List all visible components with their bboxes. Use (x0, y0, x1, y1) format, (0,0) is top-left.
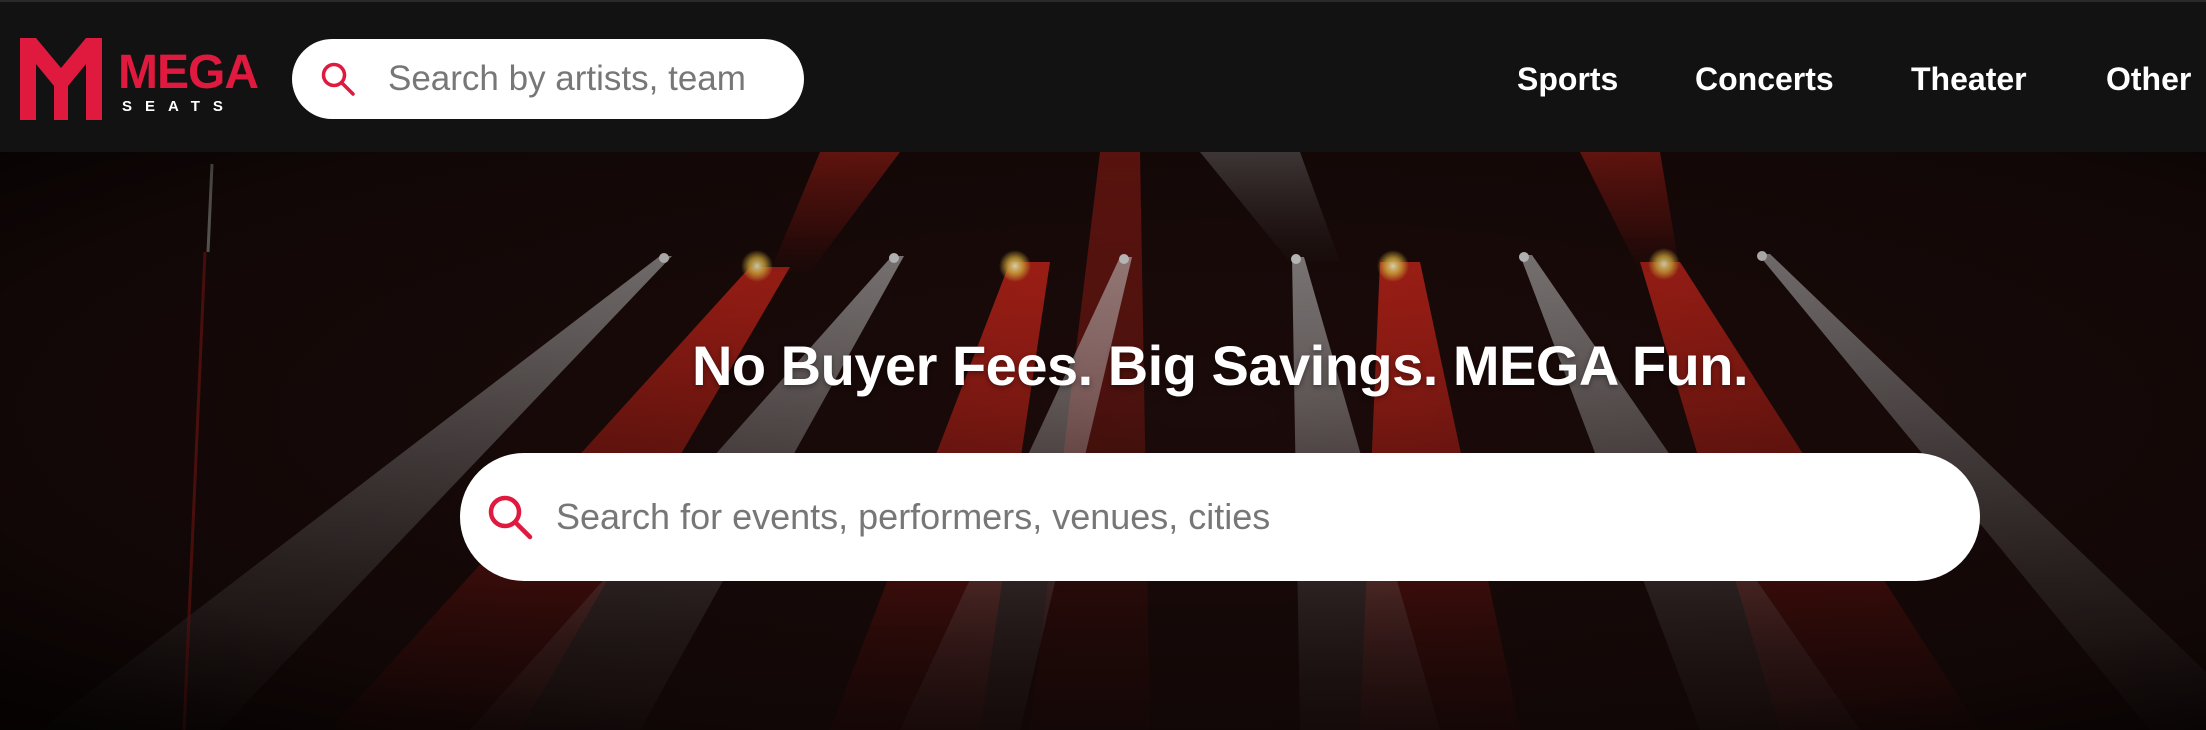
nav-sports[interactable]: Sports (1517, 54, 1618, 104)
hero-search-input[interactable] (556, 453, 1936, 581)
hero-banner: No Buyer Fees. Big Savings. MEGA Fun. (0, 152, 2206, 730)
main-nav: Sports Concerts Theater Other (0, 54, 2206, 104)
nav-theater[interactable]: Theater (1911, 54, 2027, 104)
hero-search[interactable] (460, 453, 1980, 581)
nav-concerts[interactable]: Concerts (1695, 54, 1834, 104)
nav-other[interactable]: Other (2106, 54, 2191, 104)
stage-lights-background (0, 152, 2206, 730)
hero-title: No Buyer Fees. Big Savings. MEGA Fun. (691, 334, 1749, 397)
site-header: MEGA SEATS Sports Concerts Theater Other (0, 0, 2206, 152)
search-icon (488, 495, 533, 540)
